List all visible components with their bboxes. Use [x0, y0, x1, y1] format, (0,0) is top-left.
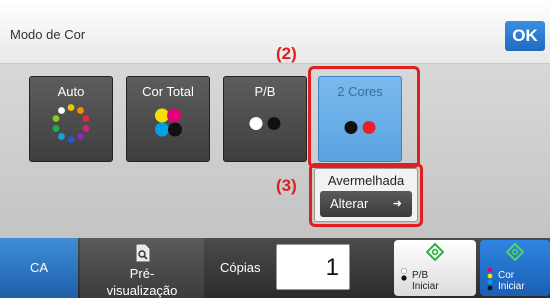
- mode-full-color-label: Cor Total: [142, 84, 194, 99]
- title-bar: Modo de Cor OK: [0, 0, 550, 64]
- preview-button[interactable]: Pré- visualização: [80, 238, 204, 298]
- page-title: Modo de Cor: [10, 27, 86, 42]
- highlight-frame-change: [309, 163, 423, 227]
- bottom-bar: CA Pré- visualização Cópias 1 P/B Inicia…: [0, 238, 550, 298]
- start-diamond-icon: [505, 242, 525, 264]
- copies-label: Cópias: [220, 260, 261, 275]
- color-mode-screen: Modo de Cor OK Auto Cor Total P/B 2 Core…: [0, 0, 550, 298]
- mode-full-color-button[interactable]: Cor Total: [126, 76, 210, 162]
- bw-dots-icon: [400, 267, 408, 286]
- mode-auto-label: Auto: [57, 84, 85, 99]
- start-color-label-line2: Iniciar: [498, 281, 525, 292]
- copies-input[interactable]: 1: [276, 244, 350, 290]
- start-color-label: Cor Iniciar: [498, 270, 525, 292]
- black-white-dots-icon: [245, 114, 285, 137]
- mode-auto-button[interactable]: Auto: [29, 76, 113, 162]
- callout-step-3: (3): [276, 176, 297, 195]
- start-bw-label-line2: Iniciar: [412, 281, 439, 292]
- start-bw-label: P/B Iniciar: [412, 270, 439, 292]
- start-color-label-line1: Cor: [498, 270, 515, 281]
- preview-label-line2: visualização: [106, 283, 178, 298]
- ca-button[interactable]: CA: [0, 238, 78, 298]
- color-wheel-icon: [49, 102, 93, 149]
- mode-bw-label: P/B: [254, 84, 276, 99]
- preview-icon: [136, 244, 150, 265]
- start-diamond-icon: [425, 242, 445, 264]
- mode-bw-button[interactable]: P/B: [223, 76, 307, 162]
- callout-step-2: (2): [276, 44, 297, 63]
- ok-button[interactable]: OK: [505, 21, 545, 51]
- cmyk-dots-small-icon: [486, 267, 494, 294]
- start-bw-label-line1: P/B: [412, 270, 429, 281]
- highlight-frame-two-color: [308, 66, 420, 168]
- cmyk-dots-icon: [148, 104, 188, 147]
- start-color-button[interactable]: Cor Iniciar: [480, 240, 550, 296]
- preview-label-line1: Pré-: [129, 266, 155, 281]
- start-bw-button[interactable]: P/B Iniciar: [394, 240, 476, 296]
